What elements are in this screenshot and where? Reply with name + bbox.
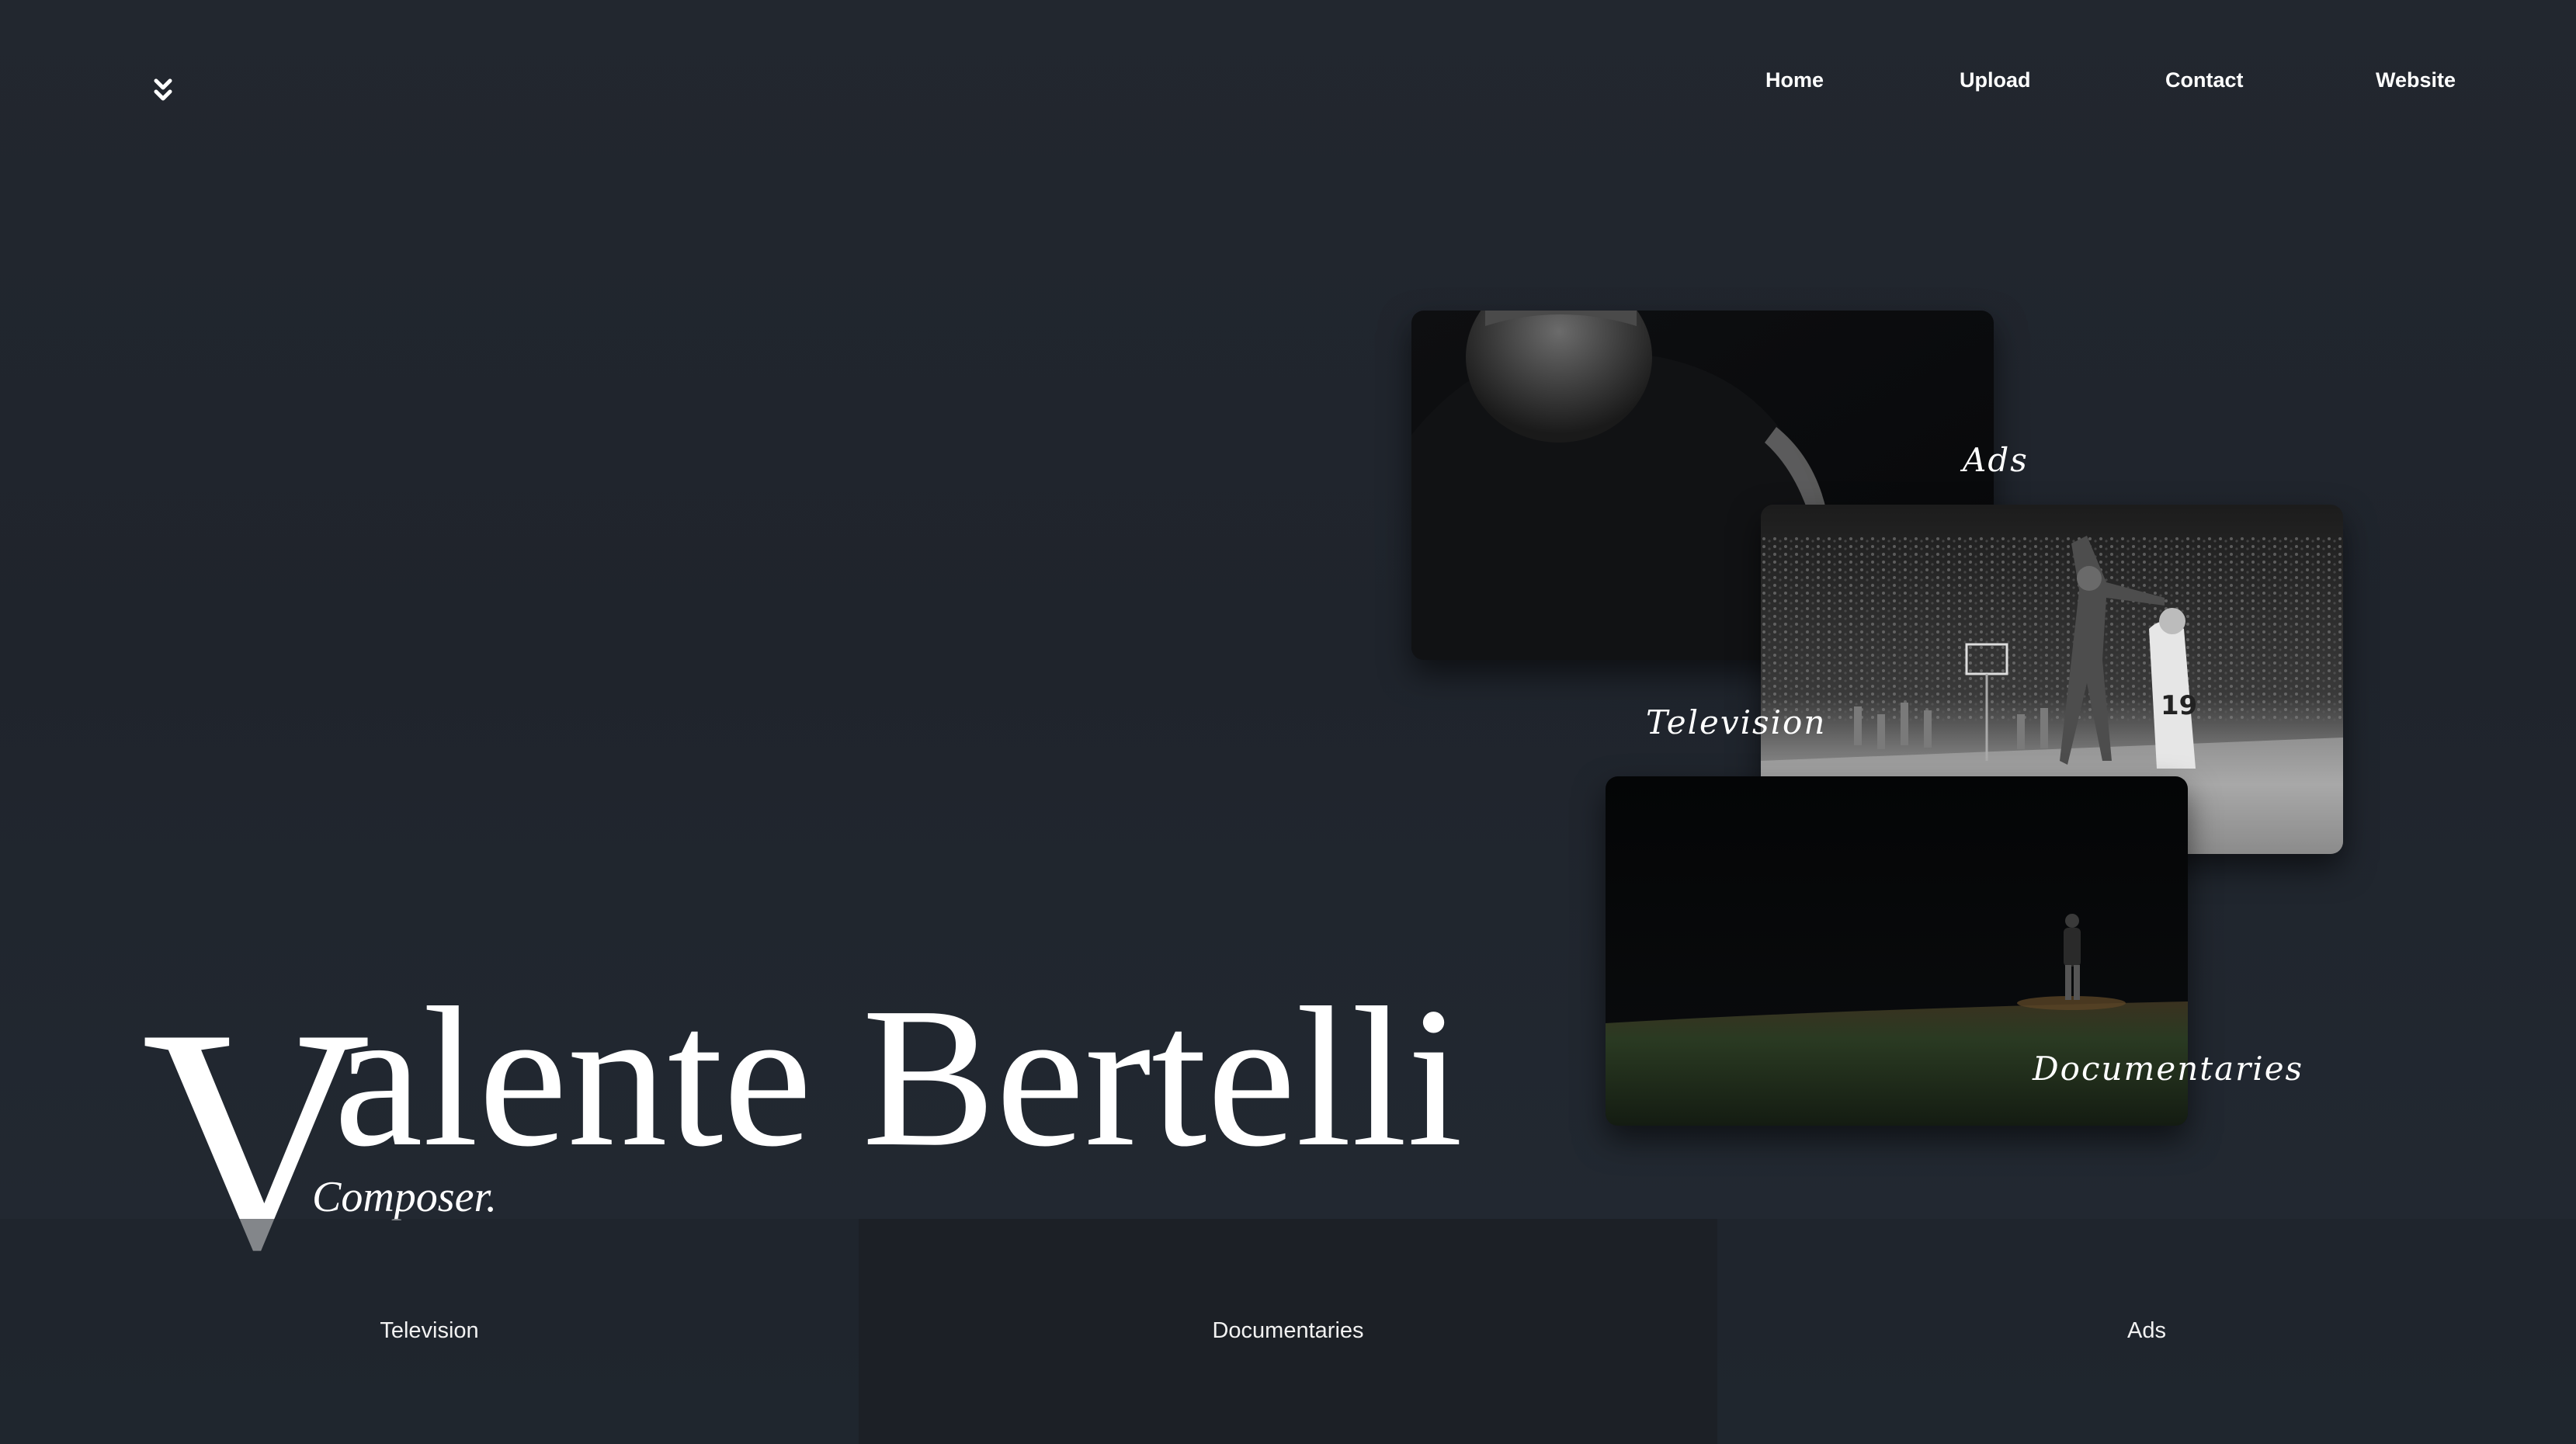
bottom-tab-documentaries-label: Documentaries [1212,1318,1364,1343]
television-card-label[interactable]: Television [1646,703,1826,741]
bottom-tab-ads[interactable]: Ads [1717,1219,2576,1444]
nav-website-link[interactable]: Website [2376,68,2456,99]
bottom-tab-television-label: Television [380,1318,479,1343]
bottom-tab-ads-label: Ads [2127,1318,2166,1343]
bottom-category-bar: Television Documentaries Ads [0,1219,2576,1444]
documentaries-card-label[interactable]: Documentaries [2033,1050,2303,1088]
nav-upload-link[interactable]: Upload [1960,68,2031,99]
nav-home-link[interactable]: Home [1765,68,1824,99]
svg-text:19: 19 [2161,690,2197,721]
hero-subtitle: Composer. [312,1173,498,1221]
bottom-tab-documentaries[interactable]: Documentaries [859,1219,1717,1444]
nav-contact-link[interactable]: Contact [2165,68,2244,99]
hero-name: alente Bertelli [334,966,1463,1188]
bottom-tab-television[interactable]: Television [0,1219,859,1444]
ads-card-label[interactable]: Ads [1963,441,2029,479]
double-chevron-down-icon[interactable] [149,75,177,106]
